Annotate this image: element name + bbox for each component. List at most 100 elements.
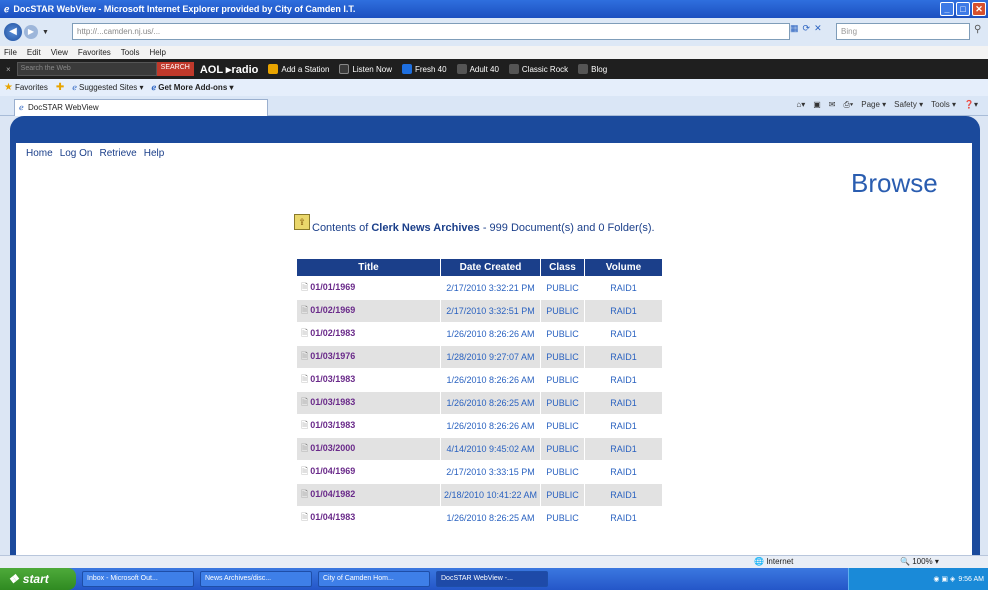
document-link[interactable]: 01/03/1976 <box>310 351 355 361</box>
cell-class: PUBLIC <box>540 460 585 484</box>
table-row[interactable]: 🗎 01/03/2000 4/14/2010 9:45:02 AM PUBLIC RAI… <box>296 437 663 461</box>
aol-search-input[interactable]: Search the Web <box>16 62 157 76</box>
header-date-created[interactable]: Date Created <box>440 258 541 277</box>
document-link[interactable]: 01/01/1969 <box>310 282 355 292</box>
cell-title[interactable]: 🗎 01/04/1983 <box>296 506 441 530</box>
document-link[interactable]: 01/03/2000 <box>310 443 355 453</box>
menu-edit[interactable]: Edit <box>27 48 41 57</box>
table-row[interactable]: 🗎 01/03/1983 1/26/2010 8:26:25 AM PUBLIC RAI… <box>296 391 663 415</box>
close-button[interactable]: ✕ <box>972 2 986 16</box>
document-link[interactable]: 01/04/1983 <box>310 512 355 522</box>
fav-get-more-addons[interactable]: ℯ Get More Add-ons ▾ <box>152 83 234 92</box>
document-icon: 🗎 <box>301 489 309 499</box>
cell-title[interactable]: 🗎 01/01/1969 <box>296 276 441 300</box>
favorites-button[interactable]: ★ Favorites <box>4 82 48 93</box>
header-volume[interactable]: Volume <box>584 258 663 277</box>
feeds-icon[interactable]: ▣ <box>813 100 821 110</box>
table-row[interactable]: 🗎 01/03/1976 1/28/2010 9:27:07 AM PUBLIC RAI… <box>296 345 663 369</box>
nav-log-on[interactable]: Log On <box>60 148 93 159</box>
header-title[interactable]: Title <box>296 258 441 277</box>
table-row[interactable]: 🗎 01/04/1969 2/17/2010 3:33:15 PM PUBLIC RAI… <box>296 460 663 484</box>
table-row[interactable]: 🗎 01/04/1982 2/18/2010 10:41:22 AM PUBLIC RA… <box>296 483 663 507</box>
aol-item-classic-rock[interactable]: Classic Rock <box>508 64 568 74</box>
cell-title[interactable]: 🗎 01/03/1983 <box>296 391 441 415</box>
stop-icon[interactable]: ✕ <box>814 23 822 34</box>
forward-button[interactable]: ▶ <box>24 25 38 39</box>
menu-favorites[interactable]: Favorites <box>78 48 111 57</box>
table-row[interactable]: 🗎 01/03/1983 1/26/2010 8:26:26 AM PUBLIC RAI… <box>296 368 663 392</box>
tab-docstar-webview[interactable]: ℯ DocSTAR WebView <box>14 99 268 116</box>
mail-icon[interactable]: ✉ <box>829 100 836 110</box>
print-icon[interactable]: ⎙▾ <box>843 100 853 110</box>
search-icon[interactable]: ⚲ <box>974 24 981 35</box>
aol-search-button[interactable]: SEARCH <box>156 62 194 76</box>
task-docstar-webview[interactable]: DocSTAR WebView -... <box>436 571 548 587</box>
app-header-frame <box>10 116 980 146</box>
document-icon: 🗎 <box>301 328 309 338</box>
document-link[interactable]: 01/04/1969 <box>310 466 355 476</box>
compat-view-icon[interactable]: ▦ <box>790 23 799 34</box>
table-row[interactable]: 🗎 01/01/1969 2/17/2010 3:32:21 PM PUBLIC RAI… <box>296 276 663 300</box>
search-input[interactable]: Bing <box>836 23 970 40</box>
cell-title[interactable]: 🗎 01/02/1983 <box>296 322 441 346</box>
table-row[interactable]: 🗎 01/02/1983 1/26/2010 8:26:26 AM PUBLIC RAI… <box>296 322 663 346</box>
menu-view[interactable]: View <box>51 48 68 57</box>
cell-title[interactable]: 🗎 01/03/1976 <box>296 345 441 369</box>
document-link[interactable]: 01/03/1983 <box>310 420 355 430</box>
table-row[interactable]: 🗎 01/03/1983 1/26/2010 8:26:26 AM PUBLIC RAI… <box>296 414 663 438</box>
address-input[interactable]: http://...camden.nj.us/... <box>72 23 790 40</box>
home-icon[interactable]: ⌂▾ <box>796 100 805 110</box>
menu-file[interactable]: File <box>4 48 17 57</box>
cmd-page[interactable]: Page ▾ <box>861 100 886 110</box>
document-link[interactable]: 01/02/1983 <box>310 328 355 338</box>
task-city-of-camden[interactable]: City of Camden Hom... <box>318 571 430 587</box>
header-class[interactable]: Class <box>540 258 585 277</box>
zoom-level: 100% <box>912 557 933 566</box>
cmd-safety[interactable]: Safety ▾ <box>894 100 923 110</box>
zoom-control[interactable]: 🔍 100% ▾ <box>900 557 939 566</box>
contents-prefix: Contents of <box>312 222 369 234</box>
cell-title[interactable]: 🗎 01/04/1982 <box>296 483 441 507</box>
nav-help[interactable]: Help <box>144 148 165 159</box>
aol-item-fresh-40[interactable]: Fresh 40 <box>401 64 447 74</box>
table-row[interactable]: 🗎 01/02/1969 2/17/2010 3:32:51 PM PUBLIC RAI… <box>296 299 663 323</box>
cell-class: PUBLIC <box>540 437 585 461</box>
cell-volume: RAID1 <box>584 437 663 461</box>
cell-date-created: 1/26/2010 8:26:26 AM <box>440 368 541 392</box>
aol-item-listen-now[interactable]: Listen Now <box>339 64 392 74</box>
task-outlook[interactable]: Inbox - Microsoft Out... <box>82 571 194 587</box>
document-link[interactable]: 01/04/1982 <box>310 489 355 499</box>
cell-title[interactable]: 🗎 01/02/1969 <box>296 299 441 323</box>
tray-icons[interactable]: ◉ ▣ ◈ <box>933 575 955 583</box>
start-button[interactable]: ❖ start <box>0 568 76 590</box>
nav-home[interactable]: Home <box>26 148 53 159</box>
minimize-button[interactable]: _ <box>940 2 954 16</box>
cell-title[interactable]: 🗎 01/03/1983 <box>296 368 441 392</box>
toolbar-close-icon[interactable]: × <box>6 65 11 74</box>
aol-item-blog[interactable]: Blog <box>578 64 607 74</box>
help-icon[interactable]: ❓▾ <box>964 100 978 110</box>
nav-retrieve[interactable]: Retrieve <box>100 148 137 159</box>
app-nav: Home Log On Retrieve Help <box>26 148 164 159</box>
document-link[interactable]: 01/02/1969 <box>310 305 355 315</box>
task-news-archives[interactable]: News Archives/disc... <box>200 571 312 587</box>
aol-item-add-station[interactable]: Add a Station <box>268 64 329 74</box>
aol-item-adult-40[interactable]: Adult 40 <box>456 64 499 74</box>
table-row[interactable]: 🗎 01/04/1983 1/26/2010 8:26:25 AM PUBLIC RAI… <box>296 506 663 530</box>
cell-title[interactable]: 🗎 01/03/1983 <box>296 414 441 438</box>
refresh-icon[interactable]: ⟳ <box>803 23 811 34</box>
command-bar: ⌂▾ ▣ ✉ ⎙▾ Page ▾ Safety ▾ Tools ▾ ❓▾ <box>796 100 978 110</box>
history-dropdown-icon[interactable]: ▼ <box>42 29 49 36</box>
cell-title[interactable]: 🗎 01/04/1969 <box>296 460 441 484</box>
document-link[interactable]: 01/03/1983 <box>310 374 355 384</box>
back-button[interactable]: ◀ <box>4 23 22 41</box>
cmd-tools[interactable]: Tools ▾ <box>931 100 956 110</box>
menu-tools[interactable]: Tools <box>121 48 140 57</box>
cell-title[interactable]: 🗎 01/03/2000 <box>296 437 441 461</box>
add-favorite-icon[interactable]: ✚ <box>56 82 64 93</box>
fav-suggested-sites[interactable]: ℯ Suggested Sites ▾ <box>72 83 143 92</box>
document-link[interactable]: 01/03/1983 <box>310 397 355 407</box>
menu-help[interactable]: Help <box>149 48 165 57</box>
table-header-row: Title Date Created Class Volume <box>296 258 663 277</box>
maximize-button[interactable]: □ <box>956 2 970 16</box>
